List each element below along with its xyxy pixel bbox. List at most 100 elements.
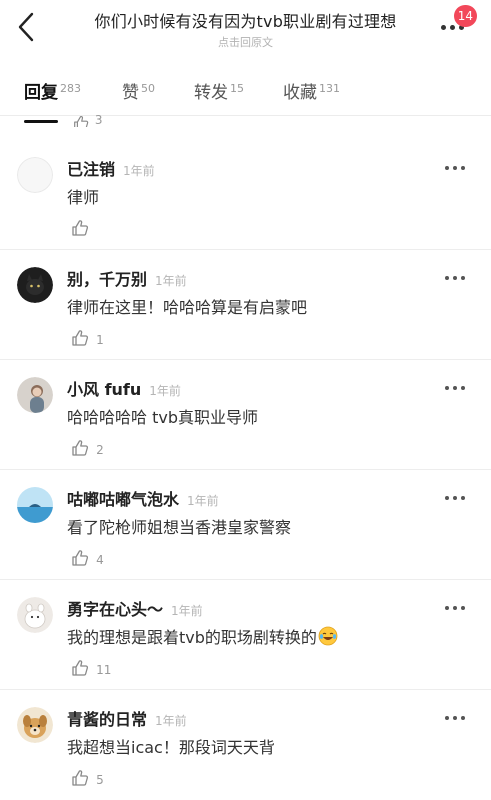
timestamp: 1年前 (123, 164, 155, 178)
blank-avatar-icon (17, 157, 53, 193)
dot-icon (445, 716, 449, 720)
like-count: 11 (96, 663, 112, 677)
dot-icon (453, 716, 457, 720)
thumbs-up-icon (72, 770, 89, 786)
avatar[interactable] (17, 707, 53, 743)
comment-text: 看了陀枪师姐想当香港皇家警察 (67, 518, 292, 537)
tab-reposts[interactable]: 转发 15 (194, 78, 244, 114)
thumbs-up-icon (74, 116, 89, 127)
like-button[interactable]: 2 (70, 438, 104, 460)
timestamp: 1年前 (171, 604, 203, 618)
comment-more-button[interactable] (445, 164, 467, 174)
dot-icon (441, 25, 446, 30)
thumbs-up-icon (72, 220, 89, 236)
page-title: 你们小时候有没有因为tvb职业剧有过理想 (94, 12, 397, 31)
active-tab-indicator (24, 120, 58, 123)
dot-icon (461, 606, 465, 610)
comment-item: 勇字在心头～ 1年前 我的理想是跟着tvb的职场剧转换的 11 (0, 580, 491, 690)
cat-avatar-icon (17, 267, 53, 303)
comment-header: 别，千万别 1年前 (67, 266, 187, 290)
like-count: 5 (96, 773, 104, 787)
dot-icon (461, 496, 465, 500)
like-count: 2 (96, 443, 104, 457)
dot-icon (461, 386, 465, 390)
comment-item: 咕嘟咕嘟气泡水 1年前 看了陀枪师姐想当香港皇家警察 4 (0, 470, 491, 580)
tab-replies[interactable]: 回复 283 (24, 78, 81, 123)
back-to-original-link[interactable]: 点击回原文 (64, 34, 427, 50)
timestamp: 1年前 (187, 494, 219, 508)
sea-avatar-icon (17, 487, 53, 523)
tab-count: 15 (230, 82, 244, 95)
timestamp: 1年前 (155, 274, 187, 288)
tab-label: 收藏 (283, 83, 317, 103)
avatar[interactable] (17, 377, 53, 413)
thumbs-up-icon (72, 330, 89, 346)
comment-more-button[interactable] (445, 604, 467, 614)
thumbs-up-icon (72, 660, 89, 676)
tab-bar: 回复 283 赞 50 转发 15 收藏 131 (0, 70, 491, 123)
avatar[interactable] (17, 267, 53, 303)
comment-header: 咕嘟咕嘟气泡水 1年前 (67, 486, 219, 510)
laughing-tears-emoji-icon (318, 626, 338, 646)
previous-like-button[interactable]: 3 (72, 113, 102, 127)
comment-more-button[interactable] (445, 274, 467, 284)
comment-header: 勇字在心头～ 1年前 (67, 596, 203, 620)
chevron-left-icon (18, 12, 34, 42)
avatar[interactable] (17, 597, 53, 633)
timestamp: 1年前 (155, 714, 187, 728)
dot-icon (445, 166, 449, 170)
username[interactable]: 小风 fufu (67, 380, 141, 399)
avatar[interactable] (17, 157, 53, 193)
comment-text: 律师在这里！哈哈哈算是有启蒙吧 (67, 298, 308, 317)
comment-header: 已注销 1年前 (67, 156, 155, 180)
thumbs-up-icon (72, 440, 89, 456)
like-button[interactable]: 4 (70, 548, 104, 570)
comment-more-button[interactable] (445, 714, 467, 724)
like-count: 3 (94, 113, 103, 127)
comment-item: 别，千万别 1年前 律师在这里！哈哈哈算是有启蒙吧 1 (0, 250, 491, 360)
username[interactable]: 咕嘟咕嘟气泡水 (67, 490, 179, 509)
dot-icon (461, 166, 465, 170)
comment-more-button[interactable] (445, 384, 467, 394)
tab-count: 50 (141, 82, 155, 95)
comment-item: 已注销 1年前 律师 (0, 140, 491, 250)
like-count: 4 (96, 553, 104, 567)
timestamp: 1年前 (149, 384, 181, 398)
back-button[interactable] (12, 10, 42, 44)
thumbs-up-icon (72, 550, 89, 566)
tab-favorites[interactable]: 收藏 131 (283, 78, 340, 114)
dot-icon (461, 716, 465, 720)
tab-label: 赞 (122, 83, 139, 103)
dot-icon (453, 496, 457, 500)
dot-icon (445, 386, 449, 390)
username[interactable]: 已注销 (67, 160, 115, 179)
like-button[interactable] (70, 218, 91, 240)
tab-label: 回复 (24, 83, 58, 103)
comment-text-body: 我的理想是跟着tvb的职场剧转换的 (67, 628, 317, 647)
like-button[interactable]: 1 (70, 328, 104, 350)
tab-likes[interactable]: 赞 50 (122, 78, 155, 114)
dot-icon (445, 276, 449, 280)
comment-item: 小风 fufu 1年前 哈哈哈哈哈 tvb真职业导师 2 (0, 360, 491, 470)
comment-text: 律师 (67, 188, 100, 207)
comment-item: 青酱的日常 1年前 我超想当icac！那段词天天背 5 (0, 690, 491, 800)
dot-icon (453, 606, 457, 610)
dot-icon (453, 166, 457, 170)
dot-icon (445, 606, 449, 610)
dot-icon (453, 276, 457, 280)
top-bar: 你们小时候有没有因为tvb职业剧有过理想 点击回原文 14 (0, 0, 491, 56)
username[interactable]: 青酱的日常 (67, 710, 147, 729)
dot-icon (453, 386, 457, 390)
username[interactable]: 勇字在心头～ (67, 600, 163, 619)
title-area[interactable]: 你们小时候有没有因为tvb职业剧有过理想 点击回原文 (64, 8, 427, 50)
notification-badge: 14 (453, 5, 477, 27)
like-button[interactable]: 5 (70, 768, 104, 790)
username[interactable]: 别，千万别 (67, 270, 147, 289)
comment-text: 我的理想是跟着tvb的职场剧转换的 (67, 624, 338, 648)
avatar[interactable] (17, 487, 53, 523)
like-button[interactable]: 11 (70, 658, 111, 680)
girl-avatar-icon (17, 377, 53, 413)
moomin-avatar-icon (17, 597, 53, 633)
comment-more-button[interactable] (445, 494, 467, 504)
comment-list: 已注销 1年前 律师 别，千万别 1年前 律师在这里！哈哈哈算是有启蒙吧 1 小… (0, 140, 491, 800)
